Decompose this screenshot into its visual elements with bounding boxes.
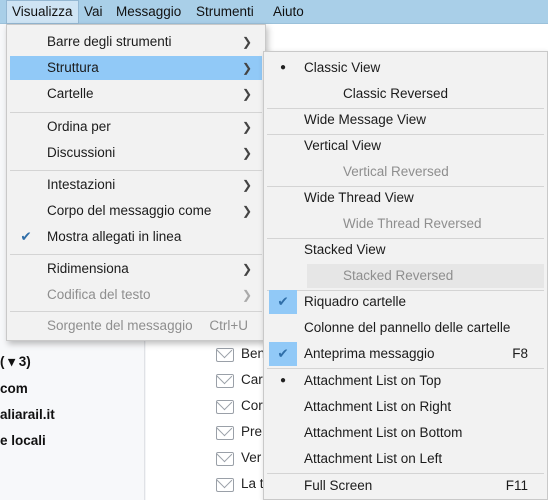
menu-item-vertical-reversed: Vertical Reversed xyxy=(343,164,449,179)
menu-item-intestazioni[interactable]: Intestazioni ❯ xyxy=(10,173,262,197)
chevron-right-icon: ❯ xyxy=(241,87,252,101)
menu-aiuto[interactable]: Aiuto xyxy=(268,0,309,24)
menu-visualizza[interactable]: Visualizza xyxy=(6,0,79,24)
menu-item-cartelle[interactable]: Cartelle ❯ xyxy=(10,82,262,106)
chevron-right-icon: ❯ xyxy=(241,61,252,75)
menu-item-attachment-left[interactable]: Attachment List on Left xyxy=(267,447,544,471)
menu-item-ordina-per[interactable]: Ordina per ❯ xyxy=(10,115,262,139)
envelope-icon xyxy=(216,400,234,414)
menu-separator xyxy=(10,254,262,255)
menu-separator xyxy=(10,112,262,113)
menu-item-full-screen[interactable]: Full Screen F11 xyxy=(267,474,544,498)
menu-strumenti[interactable]: Strumenti xyxy=(191,0,259,24)
chevron-right-icon: ❯ xyxy=(241,204,252,218)
struttura-submenu: ● Classic View Classic Reversed Wide Mes… xyxy=(263,51,548,500)
radio-bullet-icon: ● xyxy=(279,62,287,73)
envelope-icon xyxy=(216,348,234,362)
visualizza-menu: Barre degli strumenti ❯ Struttura ❯ Cart… xyxy=(6,24,266,341)
menu-item-mostra-allegati[interactable]: ✔ Mostra allegati in linea xyxy=(10,225,262,249)
envelope-icon xyxy=(216,478,234,492)
chevron-right-icon: ❯ xyxy=(241,178,252,192)
chevron-right-icon: ❯ xyxy=(241,120,252,134)
menu-item-stacked-view[interactable]: Stacked View xyxy=(267,238,544,262)
envelope-icon xyxy=(216,452,234,466)
menu-item-sorgente-messaggio: Sorgente del messaggio Ctrl+U xyxy=(47,318,248,333)
chevron-right-icon: ❯ xyxy=(241,288,252,302)
check-icon: ✔ xyxy=(269,342,297,366)
menu-bar: Visualizza Vai Messaggio Strumenti Aiuto xyxy=(0,0,548,24)
menu-item-vertical-view[interactable]: Vertical View xyxy=(267,134,544,158)
menu-separator xyxy=(10,170,262,171)
menu-item-attachment-right[interactable]: Attachment List on Right xyxy=(267,395,544,419)
menu-item-wide-thread-view[interactable]: Wide Thread View xyxy=(267,186,544,210)
folder-unread-count[interactable]: ( ▾ 3) xyxy=(0,354,31,370)
menu-item-riquadro-cartelle[interactable]: ✔ Riquadro cartelle xyxy=(267,290,544,314)
menu-messaggio[interactable]: Messaggio xyxy=(111,0,186,24)
menu-item-anteprima-messaggio[interactable]: ✔ Anteprima messaggio F8 xyxy=(267,342,544,366)
menu-item-corpo-messaggio[interactable]: Corpo del messaggio come ❯ xyxy=(10,199,262,223)
menu-item-wide-message-view[interactable]: Wide Message View xyxy=(267,108,544,132)
menu-item-classic-reversed[interactable]: Classic Reversed xyxy=(267,82,544,106)
menu-item-attachment-bottom[interactable]: Attachment List on Bottom xyxy=(267,421,544,445)
check-icon: ✔ xyxy=(20,229,32,244)
menu-vai[interactable]: Vai xyxy=(79,0,108,24)
menu-item-discussioni[interactable]: Discussioni ❯ xyxy=(10,141,262,165)
menu-item-classic-view[interactable]: ● Classic View xyxy=(267,56,544,80)
menu-item-colonne-pannello[interactable]: Colonne del pannello delle cartelle xyxy=(267,316,544,340)
menu-item-wide-thread-reversed: Wide Thread Reversed xyxy=(343,216,482,231)
chevron-right-icon: ❯ xyxy=(241,35,252,49)
folder-account[interactable]: aliarail.it xyxy=(0,407,55,422)
menu-item-stacked-reversed: Stacked Reversed xyxy=(307,264,544,288)
menu-item-struttura[interactable]: Struttura ❯ xyxy=(10,56,262,80)
menu-item-barre-strumenti[interactable]: Barre degli strumenti ❯ xyxy=(10,30,262,54)
envelope-icon xyxy=(216,426,234,440)
folder-account[interactable]: com xyxy=(0,381,28,396)
folder-local[interactable]: e locali xyxy=(0,433,46,448)
menu-item-attachment-top[interactable]: ● Attachment List on Top xyxy=(267,369,544,393)
menu-item-codifica-testo: Codifica del testo ❯ xyxy=(10,283,262,307)
chevron-right-icon: ❯ xyxy=(241,146,252,160)
chevron-right-icon: ❯ xyxy=(241,262,252,276)
envelope-icon xyxy=(216,374,234,388)
menu-item-ridimensiona[interactable]: Ridimensiona ❯ xyxy=(10,257,262,281)
radio-bullet-icon: ● xyxy=(279,375,287,386)
menu-separator xyxy=(10,311,262,312)
check-icon: ✔ xyxy=(269,290,297,314)
